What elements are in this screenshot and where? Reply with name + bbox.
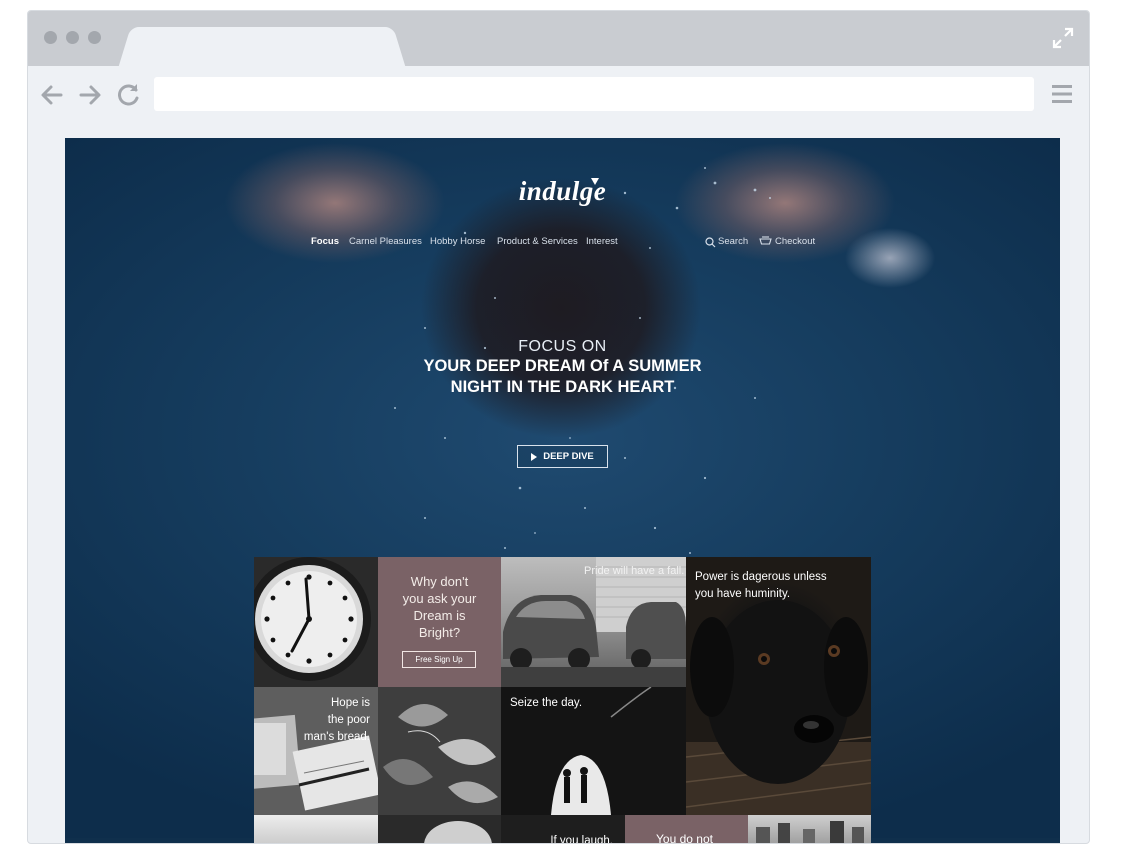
why-line-1: Why don't xyxy=(410,574,469,589)
logo-mark-icon xyxy=(591,178,599,185)
power-caption: Power is dagerous unless you have humini… xyxy=(695,569,827,603)
cars-photo-tile[interactable]: Pride will have a fall. xyxy=(501,557,686,687)
donot-tile[interactable]: You do not xyxy=(625,815,748,844)
nav-item-hobby-horse[interactable]: Hobby Horse xyxy=(430,236,485,247)
bottom-tile-2[interactable] xyxy=(378,815,501,843)
main-nav: Focus Carnel Pleasures Hobby Horse Produ… xyxy=(65,236,1060,252)
close-dot[interactable] xyxy=(44,31,57,44)
pride-caption: Pride will have a fall. xyxy=(584,565,685,577)
browser-tab[interactable] xyxy=(140,27,384,71)
crowd-image xyxy=(756,821,864,843)
donot-caption: You do not xyxy=(656,832,713,844)
browser-window: indulge Focus Carnel Pleasures Hobby Hor… xyxy=(27,10,1090,844)
seize-caption: Seize the day. xyxy=(510,697,583,709)
nav-item-interest[interactable]: Interest xyxy=(586,236,618,247)
clock-photo-tile[interactable] xyxy=(254,557,378,687)
bottom-tile-5[interactable] xyxy=(748,815,871,843)
nav-item-focus[interactable]: Focus xyxy=(311,236,339,247)
desk-photo-tile[interactable]: Hope is the poor man's bread. xyxy=(254,687,378,815)
hero-pretitle: FOCUS ON xyxy=(518,338,607,355)
hero-headline: FOCUS ON YOUR DEEP DREAM Of A SUMMER NIG… xyxy=(65,338,1060,398)
reload-icon[interactable] xyxy=(114,81,142,109)
nav-checkout-link[interactable]: Checkout xyxy=(775,236,815,247)
portrait-image xyxy=(424,821,492,843)
nav-search-link[interactable]: Search xyxy=(718,236,748,247)
power-line-2: you have huminity. xyxy=(695,588,791,600)
hope-line-2: the poor xyxy=(327,714,370,726)
window-controls xyxy=(44,31,101,44)
nav-item-product-services[interactable]: Product & Services xyxy=(497,236,578,247)
dog-photo-tile[interactable]: Power is dagerous unless you have humini… xyxy=(686,557,871,815)
tunnel-photo-tile[interactable]: Seize the day. xyxy=(501,687,686,815)
play-icon xyxy=(531,452,538,461)
maximize-dot[interactable] xyxy=(88,31,101,44)
fullscreen-icon[interactable] xyxy=(1051,26,1075,50)
site-logo[interactable]: indulge xyxy=(65,176,1060,207)
laugh-caption: If you laugh, xyxy=(550,835,613,844)
bottom-tile-1[interactable] xyxy=(254,815,378,843)
leaves-photo-tile[interactable] xyxy=(378,687,501,815)
forward-arrow-icon[interactable] xyxy=(76,81,104,109)
why-line-3: Dream is xyxy=(413,608,466,623)
hope-line-3: man's bread. xyxy=(303,731,370,743)
feature-grid: Why don't you ask your Dream is Bright? … xyxy=(254,557,871,844)
hamburger-menu-icon[interactable] xyxy=(1051,82,1073,106)
hope-caption: Hope is the poor man's bread. xyxy=(304,695,370,746)
hero-title-line2: NIGHT IN THE DARK HEART xyxy=(450,378,675,396)
laugh-tile[interactable]: If you laugh, xyxy=(501,815,625,844)
browser-toolbar xyxy=(28,66,1089,126)
dream-callout-tile: Why don't you ask your Dream is Bright? … xyxy=(378,557,501,687)
search-icon[interactable] xyxy=(705,237,716,248)
back-arrow-icon[interactable] xyxy=(38,81,66,109)
nav-item-carnel-pleasures[interactable]: Carnel Pleasures xyxy=(349,236,422,247)
deep-dive-label: DEEP DIVE xyxy=(543,451,594,462)
power-line-1: Power is dagerous unless xyxy=(695,571,827,583)
clock-image xyxy=(254,557,371,681)
minimize-dot[interactable] xyxy=(66,31,79,44)
why-line-2: you ask your xyxy=(402,591,477,606)
hero-title-line1: YOUR DEEP DREAM Of A SUMMER xyxy=(423,357,702,375)
free-signup-button[interactable]: Free Sign Up xyxy=(402,651,476,668)
cart-icon[interactable] xyxy=(759,236,772,247)
tab-bar xyxy=(28,11,1089,71)
hope-line-1: Hope is xyxy=(331,697,370,709)
why-line-4: Bright? xyxy=(418,625,461,640)
page-viewport: indulge Focus Carnel Pleasures Hobby Hor… xyxy=(65,138,1060,844)
address-bar[interactable] xyxy=(154,77,1034,111)
deep-dive-button[interactable]: DEEP DIVE xyxy=(517,445,608,468)
dry-leaves-image xyxy=(378,687,501,815)
